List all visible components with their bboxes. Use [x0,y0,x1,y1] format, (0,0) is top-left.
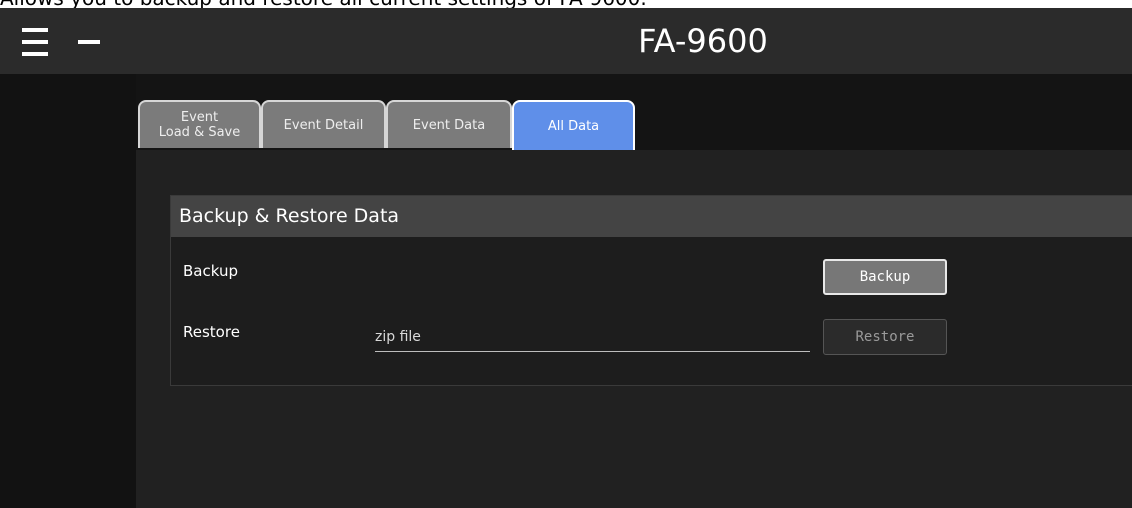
tab-event-load-save[interactable]: Event Load & Save [138,100,261,148]
tab-event-data[interactable]: Event Data [386,100,512,148]
restore-file-input[interactable] [375,322,810,352]
tab-event-detail[interactable]: Event Detail [261,100,386,148]
tab-all-data[interactable]: All Data [512,100,635,150]
panel-title: Backup & Restore Data [171,196,1132,237]
left-sidebar [0,74,136,508]
backup-label: Backup [183,262,238,280]
restore-label: Restore [183,323,240,341]
backup-restore-panel: Backup & Restore Data Backup Restore [170,195,1132,386]
app-window: FA-9600 Event Load & Save Event Detail E… [0,8,1132,508]
restore-button[interactable]: Restore [823,319,947,355]
hamburger-menu-icon[interactable] [22,28,48,56]
backup-button[interactable]: Backup [823,259,947,295]
top-bar: FA-9600 [0,8,1132,74]
app-title: FA-9600 [638,22,768,60]
main-content: Event Load & Save Event Detail Event Dat… [136,98,1132,508]
minus-icon[interactable] [78,34,100,50]
page-caption: Allows you to backup and restore all cur… [0,0,1132,8]
tab-bar: Event Load & Save Event Detail Event Dat… [136,98,1132,150]
